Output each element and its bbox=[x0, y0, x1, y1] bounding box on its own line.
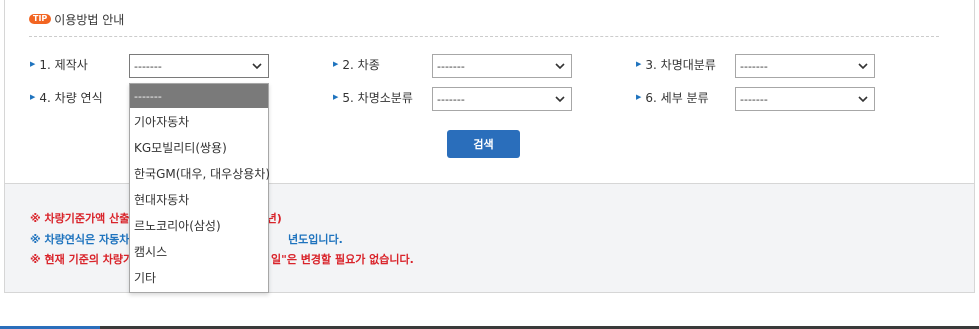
car-type-label-text: 2. 차종 bbox=[342, 57, 380, 72]
year-dropdown-list[interactable]: ------- 기아자동차 KG모빌리티(쌍용) 한국GM(대우, 대우상용차)… bbox=[129, 83, 270, 293]
dropdown-option[interactable]: 르노코리아(삼성) bbox=[130, 212, 268, 238]
dropdown-option-selected[interactable]: ------- bbox=[130, 84, 268, 108]
dropdown-option[interactable]: 기타 bbox=[130, 264, 268, 290]
dropdown-option[interactable]: 기아자동차 bbox=[130, 108, 268, 134]
bullet-icon: ▶ bbox=[333, 60, 339, 68]
model-major-label: ▶ 3. 차명대분류 bbox=[636, 55, 716, 73]
dropdown-option[interactable]: 캠시스 bbox=[130, 238, 268, 264]
year-label: ▶ 4. 차량 연식 bbox=[30, 88, 103, 106]
notice-3: ※ 현재 기준의 차량가 일"은 변경할 필요가 없습니다. bbox=[30, 251, 414, 267]
car-type-select-value: ------- bbox=[437, 59, 465, 73]
chevron-down-icon bbox=[555, 63, 565, 70]
detail-label-text: 6. 세부 분류 bbox=[645, 90, 709, 105]
detail-select[interactable]: ------- bbox=[735, 87, 875, 111]
bullet-icon: ▶ bbox=[636, 60, 642, 68]
tip-header: TIP 이용방법 안내 bbox=[29, 11, 124, 27]
tip-badge-icon: TIP bbox=[29, 14, 52, 24]
detail-select-value: ------- bbox=[740, 92, 768, 106]
notice-2-text: ※ 차량연식은 자동차 bbox=[30, 233, 130, 246]
dropdown-option[interactable]: KG모빌리티(쌍용) bbox=[130, 134, 268, 160]
maker-label: ▶ 1. 제작사 bbox=[30, 55, 88, 73]
bullet-icon: ▶ bbox=[636, 93, 642, 101]
bullet-icon: ▶ bbox=[333, 93, 339, 101]
car-type-label: ▶ 2. 차종 bbox=[333, 55, 380, 73]
chevron-down-icon bbox=[858, 63, 868, 70]
maker-select-value: ------- bbox=[134, 59, 162, 73]
dropdown-option[interactable]: 현대자동차 bbox=[130, 186, 268, 212]
model-minor-select[interactable]: ------- bbox=[432, 87, 572, 111]
tip-title: 이용방법 안내 bbox=[54, 12, 125, 27]
maker-label-text: 1. 제작사 bbox=[39, 57, 88, 72]
detail-label: ▶ 6. 세부 분류 bbox=[636, 88, 709, 106]
year-label-text: 4. 차량 연식 bbox=[39, 90, 103, 105]
car-type-select[interactable]: ------- bbox=[432, 54, 572, 78]
notice-1-text: ※ 차량기준가액 산출 bbox=[30, 212, 130, 225]
bullet-icon: ▶ bbox=[30, 60, 36, 68]
model-minor-label-text: 5. 차명소분류 bbox=[342, 90, 413, 105]
search-button[interactable]: 검색 bbox=[447, 130, 520, 158]
model-major-label-text: 3. 차명대분류 bbox=[645, 57, 716, 72]
model-major-select[interactable]: ------- bbox=[735, 54, 875, 78]
bullet-icon: ▶ bbox=[30, 93, 36, 101]
model-major-select-value: ------- bbox=[740, 59, 768, 73]
maker-select[interactable]: ------- bbox=[129, 54, 269, 78]
notice-2-tail: 년도입니다. bbox=[288, 233, 343, 246]
chevron-down-icon bbox=[555, 96, 565, 103]
chevron-down-icon bbox=[252, 63, 262, 70]
chevron-down-icon bbox=[858, 96, 868, 103]
divider bbox=[29, 36, 939, 37]
notice-1: ※ 차량기준가액 산출 3년) bbox=[30, 210, 282, 226]
notice-3-tail: 일"은 변경할 필요가 없습니다. bbox=[271, 253, 414, 266]
model-minor-select-value: ------- bbox=[437, 92, 465, 106]
notice-3-text: ※ 현재 기준의 차량가 bbox=[30, 253, 134, 266]
notice-2: ※ 차량연식은 자동차 년도입니다. bbox=[30, 231, 343, 247]
model-minor-label: ▶ 5. 차명소분류 bbox=[333, 88, 413, 106]
dropdown-option[interactable]: 한국GM(대우, 대우상용차) bbox=[130, 160, 270, 186]
